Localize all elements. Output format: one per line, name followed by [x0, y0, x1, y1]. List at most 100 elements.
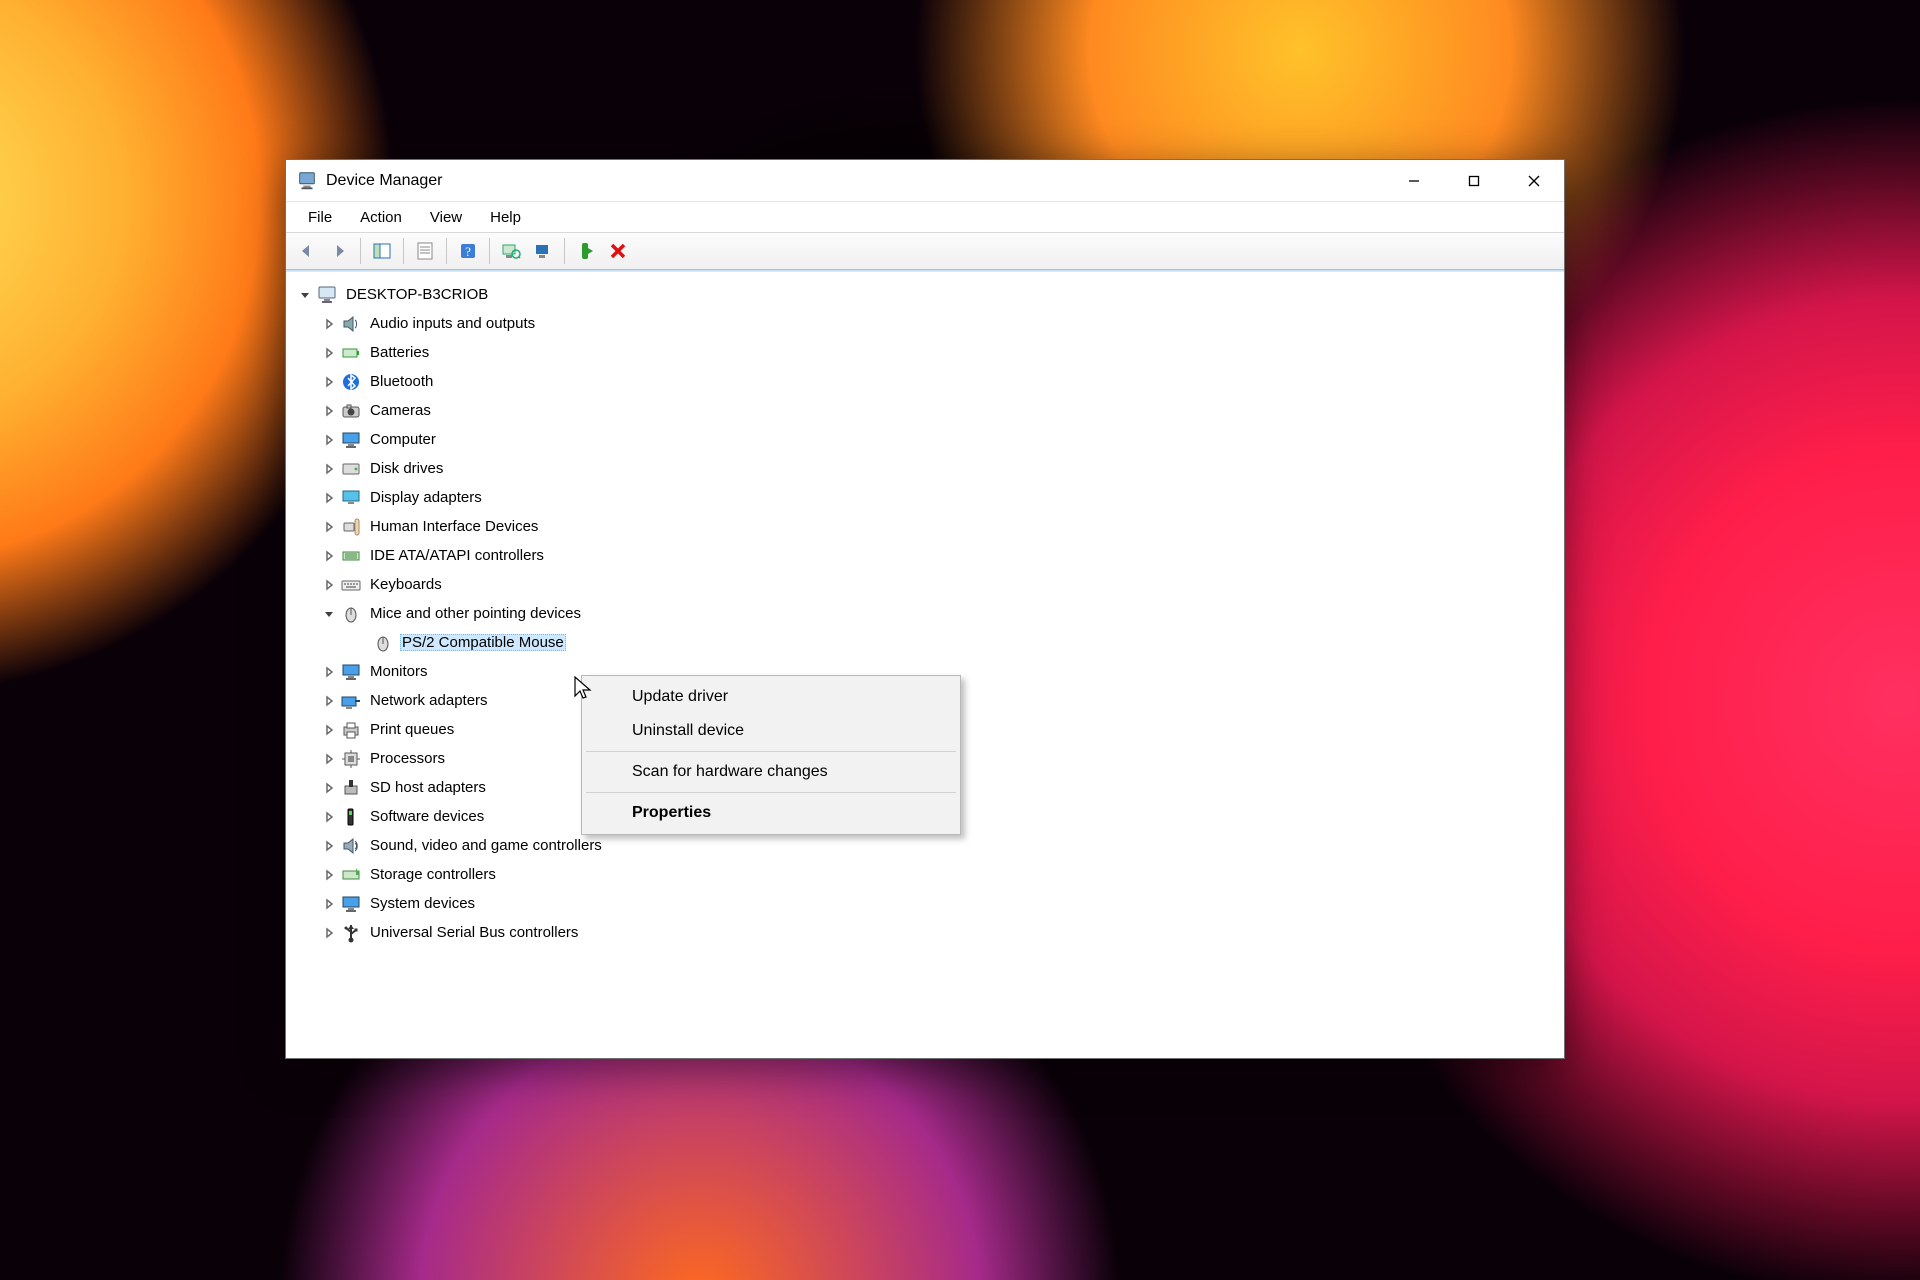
- chevron-right-icon[interactable]: [320, 547, 338, 565]
- tree-node-cat-8[interactable]: IDE ATA/ATAPI controllers: [290, 541, 1560, 570]
- tree-node-cat-19[interactable]: System devices: [290, 889, 1560, 918]
- app-icon: [296, 170, 318, 192]
- titlebar[interactable]: Device Manager: [286, 160, 1564, 202]
- chevron-right-icon[interactable]: [320, 750, 338, 768]
- chevron-right-icon[interactable]: [320, 692, 338, 710]
- tree-item-label: Universal Serial Bus controllers: [368, 924, 580, 941]
- storage-icon: [340, 864, 362, 886]
- mouse-icon: [372, 632, 394, 654]
- chevron-right-icon[interactable]: [320, 837, 338, 855]
- tree-item-label: Processors: [368, 750, 447, 767]
- context-menu-item[interactable]: Properties: [584, 796, 958, 830]
- tree-node-cat-7[interactable]: Human Interface Devices: [290, 512, 1560, 541]
- tree-node-cat-10-child-0[interactable]: PS/2 Compatible Mouse: [290, 628, 1560, 657]
- tree-node-cat-0[interactable]: Audio inputs and outputs: [290, 309, 1560, 338]
- chevron-down-icon[interactable]: [320, 605, 338, 623]
- context-menu-item[interactable]: Uninstall device: [584, 714, 958, 748]
- tree-node-cat-17[interactable]: Sound, video and game controllers: [290, 831, 1560, 860]
- tree-item-label: Keyboards: [368, 576, 444, 593]
- tree-item-label: System devices: [368, 895, 477, 912]
- tree-item-label: Software devices: [368, 808, 486, 825]
- tree-item-label: Network adapters: [368, 692, 490, 709]
- toolbar-help-button[interactable]: ?: [453, 236, 483, 266]
- toolbar-enable-button[interactable]: [571, 236, 601, 266]
- tree-item-label: Storage controllers: [368, 866, 498, 883]
- maximize-button[interactable]: [1444, 160, 1504, 202]
- tree-node-cat-3[interactable]: Cameras: [290, 396, 1560, 425]
- chevron-right-icon[interactable]: [320, 344, 338, 362]
- ide-icon: [340, 545, 362, 567]
- tree-node-root[interactable]: DESKTOP-B3CRIOB: [290, 280, 1560, 309]
- chevron-right-icon[interactable]: [320, 518, 338, 536]
- minimize-button[interactable]: [1384, 160, 1444, 202]
- context-menu-separator: [586, 751, 956, 752]
- chevron-right-icon[interactable]: [320, 315, 338, 333]
- tree-item-label: SD host adapters: [368, 779, 488, 796]
- context-menu-item[interactable]: Scan for hardware changes: [584, 755, 958, 789]
- monitor-icon: [340, 661, 362, 683]
- tree-item-label: Disk drives: [368, 460, 445, 477]
- printer-icon: [340, 719, 362, 741]
- menu-view[interactable]: View: [418, 206, 474, 229]
- network-icon: [340, 690, 362, 712]
- context-menu-item[interactable]: Update driver: [584, 680, 958, 714]
- chevron-right-icon[interactable]: [320, 721, 338, 739]
- chevron-right-icon[interactable]: [320, 866, 338, 884]
- toolbar-back-button[interactable]: [292, 236, 322, 266]
- tree-node-cat-4[interactable]: Computer: [290, 425, 1560, 454]
- tree-node-cat-1[interactable]: Batteries: [290, 338, 1560, 367]
- chevron-right-icon[interactable]: [320, 460, 338, 478]
- sound-icon: [340, 835, 362, 857]
- chevron-right-icon[interactable]: [320, 924, 338, 942]
- tree-node-cat-20[interactable]: Universal Serial Bus controllers: [290, 918, 1560, 947]
- tree-item-label: Print queues: [368, 721, 456, 738]
- tree-node-cat-5[interactable]: Disk drives: [290, 454, 1560, 483]
- battery-icon: [340, 342, 362, 364]
- chevron-right-icon[interactable]: [320, 663, 338, 681]
- menu-help[interactable]: Help: [478, 206, 533, 229]
- monitor-icon: [340, 429, 362, 451]
- tree-item-label: Audio inputs and outputs: [368, 315, 537, 332]
- display-icon: [340, 487, 362, 509]
- toolbar-properties-button[interactable]: [410, 236, 440, 266]
- toolbar-update-button[interactable]: [528, 236, 558, 266]
- tree-node-cat-18[interactable]: Storage controllers: [290, 860, 1560, 889]
- chevron-right-icon[interactable]: [320, 576, 338, 594]
- tree-node-cat-10[interactable]: Mice and other pointing devices: [290, 599, 1560, 628]
- tree-node-cat-6[interactable]: Display adapters: [290, 483, 1560, 512]
- cpu-icon: [340, 748, 362, 770]
- chevron-right-icon[interactable]: [320, 402, 338, 420]
- chevron-right-icon[interactable]: [320, 431, 338, 449]
- chevron-right-icon[interactable]: [320, 779, 338, 797]
- speaker-icon: [340, 313, 362, 335]
- tree-item-label: Computer: [368, 431, 438, 448]
- software-icon: [340, 806, 362, 828]
- tree-item-label: DESKTOP-B3CRIOB: [344, 286, 490, 303]
- tree-node-cat-2[interactable]: Bluetooth: [290, 367, 1560, 396]
- chevron-right-icon[interactable]: [320, 489, 338, 507]
- menu-action[interactable]: Action: [348, 206, 414, 229]
- chevron-down-icon[interactable]: [296, 286, 314, 304]
- usb-icon: [340, 922, 362, 944]
- context-menu-separator: [586, 792, 956, 793]
- toolbar-forward-button[interactable]: [324, 236, 354, 266]
- device-manager-window: Device Manager File Action View Help ?: [285, 159, 1565, 1059]
- menu-file[interactable]: File: [296, 206, 344, 229]
- device-tree[interactable]: DESKTOP-B3CRIOB Audio inputs and outputs B…: [286, 272, 1564, 1058]
- chevron-right-icon[interactable]: [320, 808, 338, 826]
- chevron-right-icon[interactable]: [320, 373, 338, 391]
- toolbar-uninstall-button[interactable]: [603, 236, 633, 266]
- tree-item-label: PS/2 Compatible Mouse: [400, 634, 566, 651]
- chevron-right-icon[interactable]: [320, 895, 338, 913]
- tree-item-label: IDE ATA/ATAPI controllers: [368, 547, 546, 564]
- chevron-right-icon: [352, 634, 370, 652]
- camera-icon: [340, 400, 362, 422]
- toolbar-scan-button[interactable]: [496, 236, 526, 266]
- tree-node-cat-9[interactable]: Keyboards: [290, 570, 1560, 599]
- close-button[interactable]: [1504, 160, 1564, 202]
- mouse-icon: [340, 603, 362, 625]
- system-icon: [340, 893, 362, 915]
- computer-icon: [316, 284, 338, 306]
- tree-item-label: Bluetooth: [368, 373, 435, 390]
- toolbar-showtree-button[interactable]: [367, 236, 397, 266]
